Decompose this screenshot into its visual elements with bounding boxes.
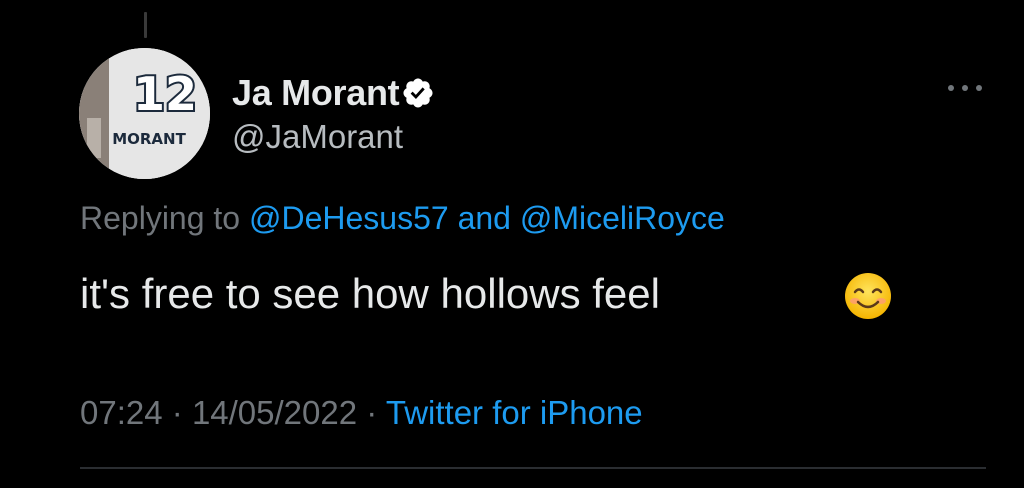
meta-separator: · <box>366 394 378 431</box>
mention-link[interactable]: @MiceliRoyce <box>520 200 725 236</box>
more-options-icon[interactable] <box>945 78 985 98</box>
mention-joiner: and <box>457 200 511 236</box>
smiling-face-emoji-icon <box>845 273 891 319</box>
jersey-photo-icon: 12 MORANT <box>79 48 210 179</box>
avatar[interactable]: 12 MORANT <box>79 48 210 179</box>
meta-separator: · <box>171 394 183 431</box>
tweet-time[interactable]: 07:24 <box>80 394 163 431</box>
replying-to-label: Replying to <box>80 200 241 236</box>
replying-to-line: Replying to @DeHesus57 and @MiceliRoyce <box>80 197 725 239</box>
tweet-source-link[interactable]: Twitter for iPhone <box>386 394 643 431</box>
jersey-name: MORANT <box>112 130 186 148</box>
author-handle[interactable]: @JaMorant <box>232 117 403 157</box>
author-display-name[interactable]: Ja Morant <box>232 71 400 115</box>
thread-connector-line <box>144 12 147 38</box>
mention-link[interactable]: @DeHesus57 <box>249 200 449 236</box>
tweet-text: it's free to see how hollows feel <box>80 270 660 317</box>
tweet-date[interactable]: 14/05/2022 <box>192 394 357 431</box>
verified-badge-icon <box>403 78 433 108</box>
jersey-number: 12 <box>133 67 197 121</box>
divider <box>80 467 986 469</box>
tweet-meta: 07:24 · 14/05/2022 · Twitter for iPhone <box>80 392 643 434</box>
